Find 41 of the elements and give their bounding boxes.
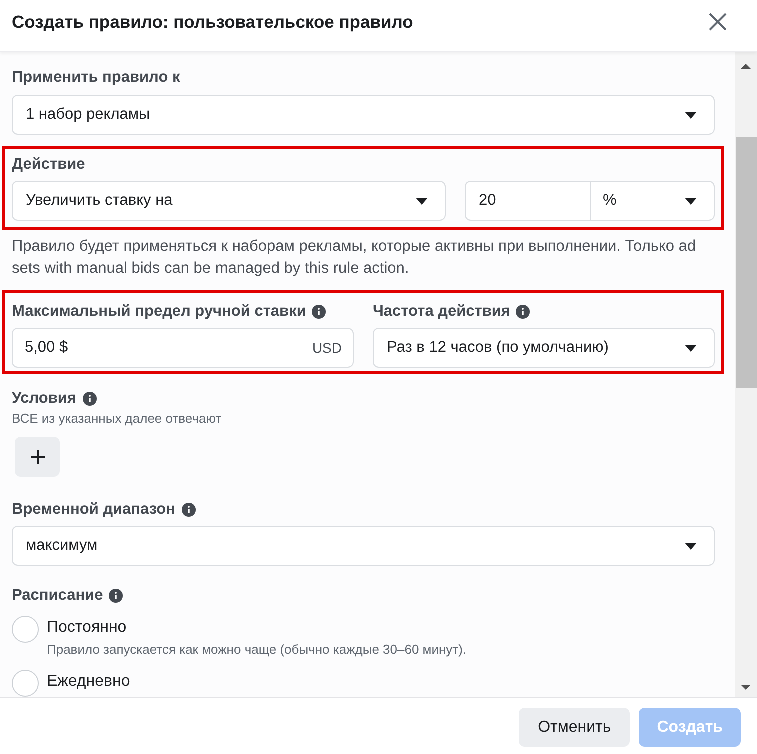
close-icon [709,13,727,31]
plus-icon [30,450,44,464]
add-condition-button[interactable] [15,437,60,477]
field-label: Максимальный предел ручной ставки [12,302,306,322]
action-dropdown[interactable]: Увеличить ставку на [12,181,446,221]
section-label: Временной диапазон [12,500,176,520]
scroll-down-arrow-icon[interactable] [741,685,751,690]
unit-dropdown[interactable]: % [590,181,715,221]
field-label: Действие [12,155,86,175]
time-range-dropdown[interactable]: максимум [12,526,715,566]
close-button[interactable] [709,13,727,31]
field-label: Частота действия [373,302,510,322]
caret-icon [685,542,697,550]
frequency-dropdown[interactable]: Раз в 12 часов (по умолчанию) [373,328,715,368]
section-subtitle: ВСЕ из указанных далее отвечают [12,410,223,428]
apply-to-dropdown[interactable]: 1 набор рекламы [12,95,715,135]
info-icon[interactable] [312,305,326,319]
section-label: Условия [12,389,76,409]
caret-icon [685,112,697,118]
field-label: Применить правило к [12,68,180,88]
dialog-title: Создать правило: пользовательское правило [12,11,414,33]
cancel-button[interactable]: Отменить [519,708,630,747]
scrollbar-thumb[interactable] [736,137,757,388]
info-icon[interactable] [82,392,96,406]
scroll-up-arrow-icon[interactable] [741,64,751,69]
amount-field[interactable]: 20 [465,181,590,221]
option-description: Правило запускается как можно чаще (обычно каждые 30–60 минут). [47,641,467,659]
info-icon[interactable] [109,589,124,603]
section-label: Расписание [12,586,104,606]
caret-icon [416,198,428,204]
max-bid-field[interactable]: 5,00 $ USD [12,328,354,368]
scrollbar[interactable] [735,52,757,697]
radio-label[interactable]: Ежедневно [47,670,130,694]
radio-button[interactable] [12,670,39,697]
info-icon[interactable] [182,503,196,517]
info-icon[interactable] [516,305,530,319]
help-text: Правило будет применяться к наборам рекламы, которые активны при выполнении. Только ad sets with manual bids can be managed by this rule action. [12,237,698,279]
caret-icon [685,198,697,204]
radio-label[interactable]: Постоянно [47,616,127,640]
caret-icon [685,344,697,352]
radio-button[interactable] [12,616,39,643]
